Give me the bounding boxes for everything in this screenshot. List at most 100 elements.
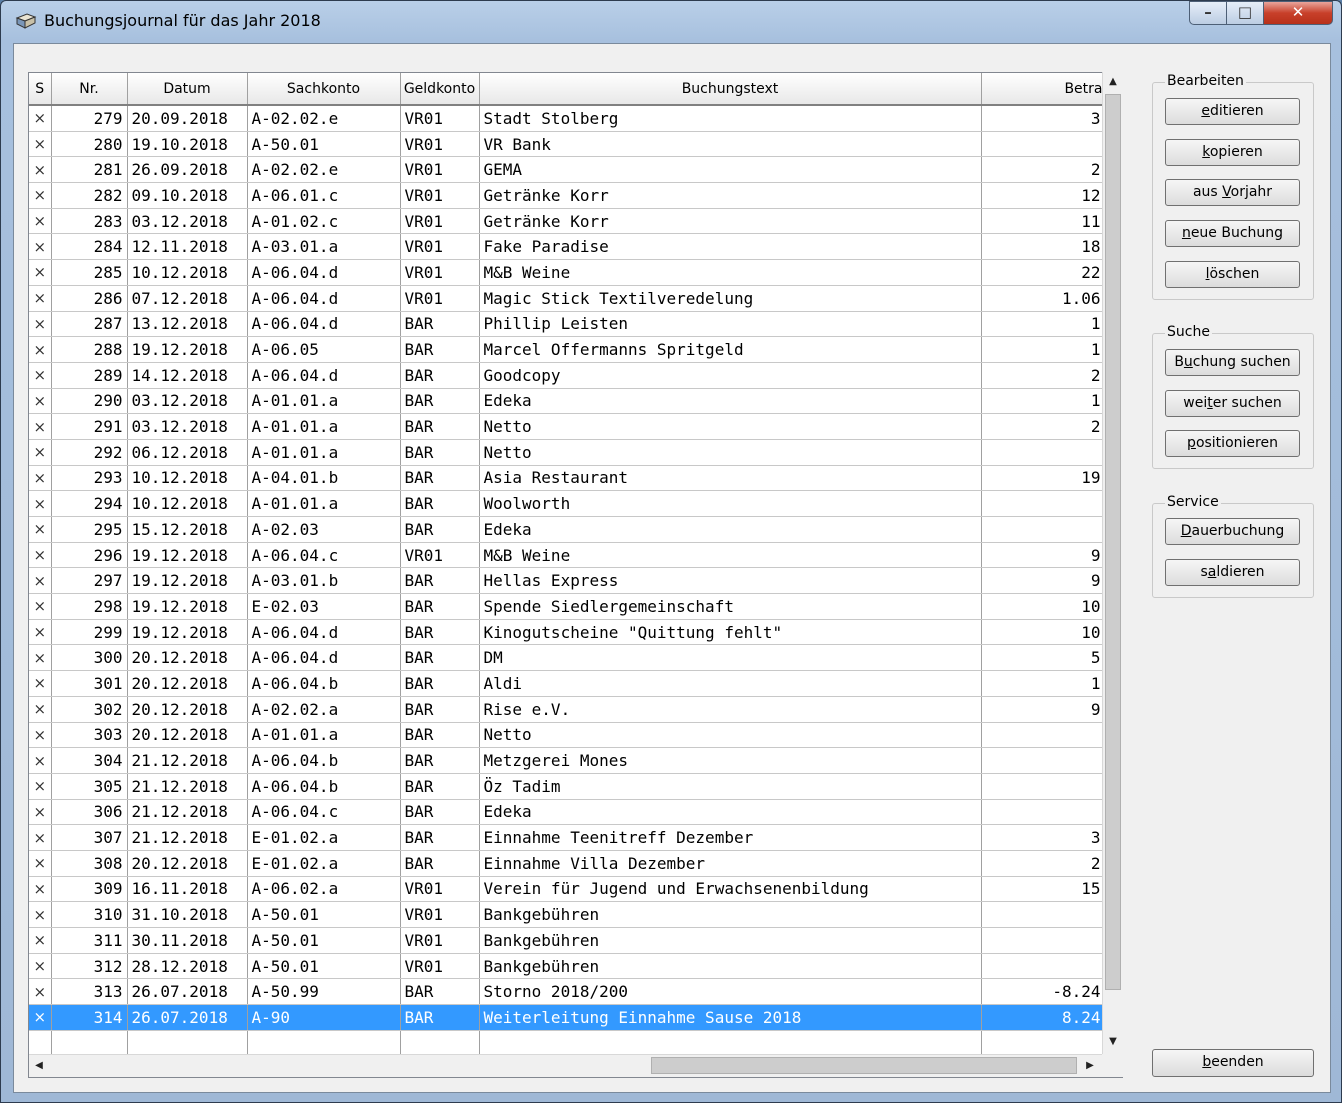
scroll-left-arrow-icon[interactable]: ◀ [29, 1056, 49, 1076]
table-row[interactable]: × 295 15.12.2018 A-02.03 BAR Edeka [29, 516, 1106, 543]
cell-sachkonto[interactable]: A-02.02.e [247, 156, 401, 184]
cell-geldkonto[interactable]: BAR [400, 1004, 480, 1031]
scroll-down-arrow-icon[interactable]: ▼ [1103, 1032, 1123, 1052]
table-row[interactable]: × 305 21.12.2018 A-06.04.b BAR Öz Tadim [29, 773, 1106, 800]
cell-betrag[interactable] [981, 490, 1106, 517]
table-row[interactable]: × 302 20.12.2018 A-02.02.a BAR Rise e.V. 9 [29, 696, 1106, 723]
cell-datum[interactable]: 21.12.2018 [127, 824, 248, 851]
cell-datum[interactable]: 12.11.2018 [127, 233, 248, 261]
empty-cell[interactable] [400, 1030, 480, 1056]
cell-nr[interactable]: 290 [51, 388, 128, 415]
cell-betrag[interactable]: 1 [981, 670, 1106, 697]
cell-nr[interactable]: 293 [51, 465, 128, 492]
cell-text[interactable]: Edeka [479, 799, 982, 826]
cell-sachkonto[interactable]: A-01.01.a [247, 722, 401, 749]
empty-row[interactable] [29, 1030, 1106, 1056]
cell-text[interactable]: Metzgerei Mones [479, 747, 982, 774]
cell-datum[interactable]: 19.12.2018 [127, 542, 248, 569]
cell-datum[interactable]: 28.12.2018 [127, 953, 248, 980]
cell-text[interactable]: Goodcopy [479, 362, 982, 389]
cell-sachkonto[interactable]: A-06.04.d [247, 285, 401, 312]
table-row[interactable]: × 292 06.12.2018 A-01.01.a BAR Netto [29, 439, 1106, 466]
empty-cell[interactable] [127, 1030, 248, 1056]
table-row[interactable]: × 285 10.12.2018 A-06.04.d VR01 M&B Weine 22 [29, 259, 1106, 286]
cell-datum[interactable]: 21.12.2018 [127, 773, 248, 800]
cell-betrag[interactable]: 9 [981, 696, 1106, 723]
table-row[interactable]: × 287 13.12.2018 A-06.04.d BAR Phillip Leiste… [29, 311, 1106, 338]
cell-s[interactable]: × [29, 901, 52, 928]
table-row[interactable]: × 314 26.07.2018 A-90 BAR Weiterleitung Einna… [29, 1004, 1106, 1031]
cell-betrag[interactable]: 3 [981, 105, 1106, 132]
cell-s[interactable]: × [29, 1004, 52, 1031]
cell-geldkonto[interactable]: VR01 [400, 208, 480, 235]
table-row[interactable]: × 304 21.12.2018 A-06.04.b BAR Metzgerei Mone… [29, 747, 1106, 774]
cell-text[interactable]: Getränke Korr [479, 182, 982, 209]
cell-datum[interactable]: 20.12.2018 [127, 722, 248, 749]
cell-nr[interactable]: 282 [51, 182, 128, 209]
cell-text[interactable]: Netto [479, 722, 982, 749]
cell-s[interactable]: × [29, 362, 52, 389]
cell-sachkonto[interactable]: E-01.02.a [247, 824, 401, 851]
cell-text[interactable]: Edeka [479, 388, 982, 415]
cell-datum[interactable]: 20.12.2018 [127, 644, 248, 672]
cell-sachkonto[interactable]: A-06.04.d [247, 619, 401, 646]
table-row[interactable]: × 307 21.12.2018 E-01.02.a BAR Einnahme Teeni… [29, 824, 1106, 851]
kopieren-button[interactable]: kopieren [1165, 139, 1300, 166]
table-row[interactable]: × 288 19.12.2018 A-06.05 BAR Marcel Offermann… [29, 336, 1106, 363]
cell-geldkonto[interactable]: VR01 [400, 285, 480, 312]
cell-datum[interactable]: 16.11.2018 [127, 876, 248, 903]
cell-text[interactable]: Edeka [479, 516, 982, 543]
table-row[interactable]: × 297 19.12.2018 A-03.01.b BAR Hellas Express… [29, 567, 1106, 595]
cell-text[interactable]: Rise e.V. [479, 696, 982, 723]
table-row[interactable]: × 284 12.11.2018 A-03.01.a VR01 Fake Paradise… [29, 233, 1106, 261]
cell-nr[interactable]: 303 [51, 722, 128, 749]
cell-betrag[interactable]: 2 [981, 850, 1106, 877]
journal-grid[interactable]: S Nr. Datum Sachkonto Geldkonto Buchungs… [28, 72, 1123, 1078]
cell-geldkonto[interactable]: BAR [400, 490, 480, 517]
table-row[interactable]: × 290 03.12.2018 A-01.01.a BAR Edeka 1 [29, 388, 1106, 415]
cell-text[interactable]: Bankgebühren [479, 953, 982, 980]
cell-text[interactable]: Asia Restaurant [479, 465, 982, 492]
cell-geldkonto[interactable]: BAR [400, 850, 480, 877]
cell-betrag[interactable]: 10 [981, 593, 1106, 620]
cell-sachkonto[interactable]: A-50.01 [247, 901, 401, 928]
cell-s[interactable]: × [29, 644, 52, 672]
cell-text[interactable]: Fake Paradise [479, 233, 982, 261]
cell-geldkonto[interactable]: VR01 [400, 876, 480, 903]
dauerbuchung-button[interactable]: Dauerbuchung [1165, 518, 1300, 545]
cell-text[interactable]: Marcel Offermanns Spritgeld [479, 336, 982, 363]
cell-nr[interactable]: 281 [51, 156, 128, 184]
cell-s[interactable]: × [29, 413, 52, 440]
cell-s[interactable]: × [29, 208, 52, 235]
cell-sachkonto[interactable]: A-50.01 [247, 927, 401, 954]
cell-geldkonto[interactable]: BAR [400, 696, 480, 723]
col-header-geldkonto[interactable]: Geldkonto [400, 73, 480, 106]
cell-nr[interactable]: 284 [51, 233, 128, 261]
table-row[interactable]: × 291 03.12.2018 A-01.01.a BAR Netto 2 [29, 413, 1106, 440]
cell-nr[interactable]: 294 [51, 490, 128, 517]
scroll-up-arrow-icon[interactable]: ▲ [1103, 72, 1123, 92]
cell-datum[interactable]: 09.10.2018 [127, 182, 248, 209]
cell-text[interactable]: Netto [479, 413, 982, 440]
cell-sachkonto[interactable]: A-03.01.b [247, 567, 401, 595]
cell-betrag[interactable] [981, 953, 1106, 980]
cell-text[interactable]: Kinogutscheine "Quittung fehlt" [479, 619, 982, 646]
cell-text[interactable]: Storno 2018/200 [479, 978, 982, 1006]
cell-sachkonto[interactable]: A-06.04.d [247, 362, 401, 389]
cell-nr[interactable]: 300 [51, 644, 128, 672]
empty-cell[interactable] [981, 1030, 1106, 1056]
cell-text[interactable]: Einnahme Teenitreff Dezember [479, 824, 982, 851]
empty-cell[interactable] [29, 1030, 52, 1056]
cell-s[interactable]: × [29, 927, 52, 954]
cell-betrag[interactable] [981, 516, 1106, 543]
cell-betrag[interactable]: 1.06 [981, 285, 1106, 312]
cell-s[interactable]: × [29, 773, 52, 800]
cell-geldkonto[interactable]: BAR [400, 593, 480, 620]
cell-datum[interactable]: 26.07.2018 [127, 978, 248, 1006]
cell-text[interactable]: VR Bank [479, 131, 982, 158]
cell-datum[interactable]: 10.12.2018 [127, 465, 248, 492]
cell-geldkonto[interactable]: VR01 [400, 105, 480, 132]
cell-datum[interactable]: 20.12.2018 [127, 850, 248, 877]
cell-nr[interactable]: 285 [51, 259, 128, 286]
cell-nr[interactable]: 292 [51, 439, 128, 466]
